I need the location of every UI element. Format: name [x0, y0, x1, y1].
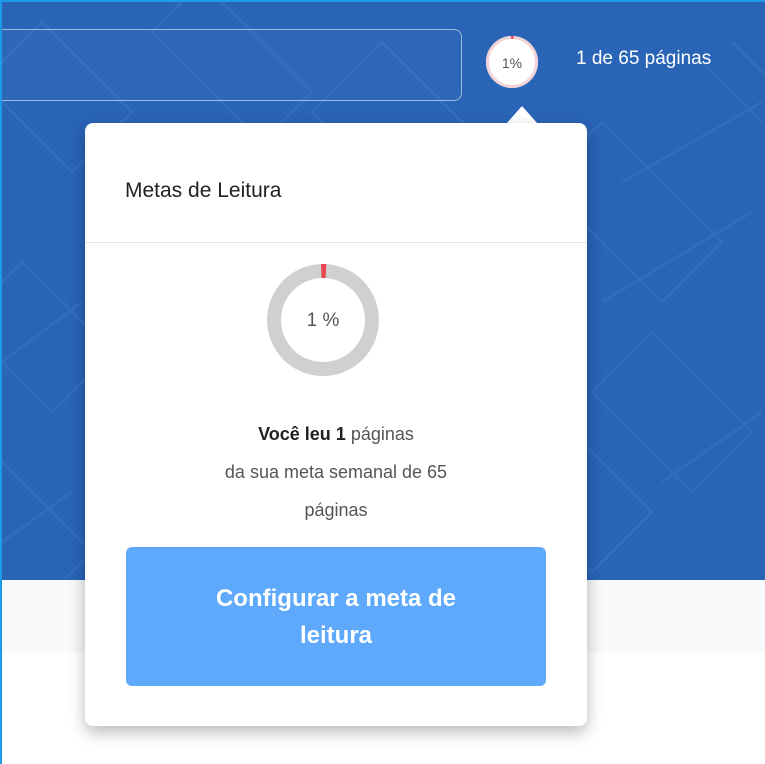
search-input[interactable]	[2, 29, 462, 101]
popover-arrow	[506, 106, 538, 124]
summary-line-1: Você leu 1 páginas	[85, 415, 587, 453]
goal-percent-label: 1 %	[306, 310, 340, 331]
progress-percent-label: 1%	[501, 55, 523, 71]
reading-goals-popover: Metas de Leitura 1 % Você leu 1 páginas …	[85, 123, 587, 726]
popover-header: Metas de Leitura	[85, 123, 587, 243]
pages-status: 1 de 65 páginas	[576, 48, 712, 69]
reading-progress-button[interactable]: 1%	[485, 35, 539, 89]
reading-summary: Você leu 1 páginas da sua meta semanal d…	[85, 415, 587, 529]
summary-rest: páginas	[345, 424, 414, 444]
summary-bold: Você leu 1	[258, 424, 346, 444]
app-frame: 1% 1 de 65 páginas Metas de Leitura 1 % …	[0, 0, 765, 764]
configure-goal-button[interactable]: Configurar a meta de leitura	[126, 547, 546, 686]
summary-line-3: páginas	[304, 500, 368, 520]
summary-line-2: da sua meta semanal de 65	[224, 462, 448, 482]
goal-progress-chart: 1 %	[266, 263, 380, 377]
popover-title: Metas de Leitura	[125, 179, 282, 202]
